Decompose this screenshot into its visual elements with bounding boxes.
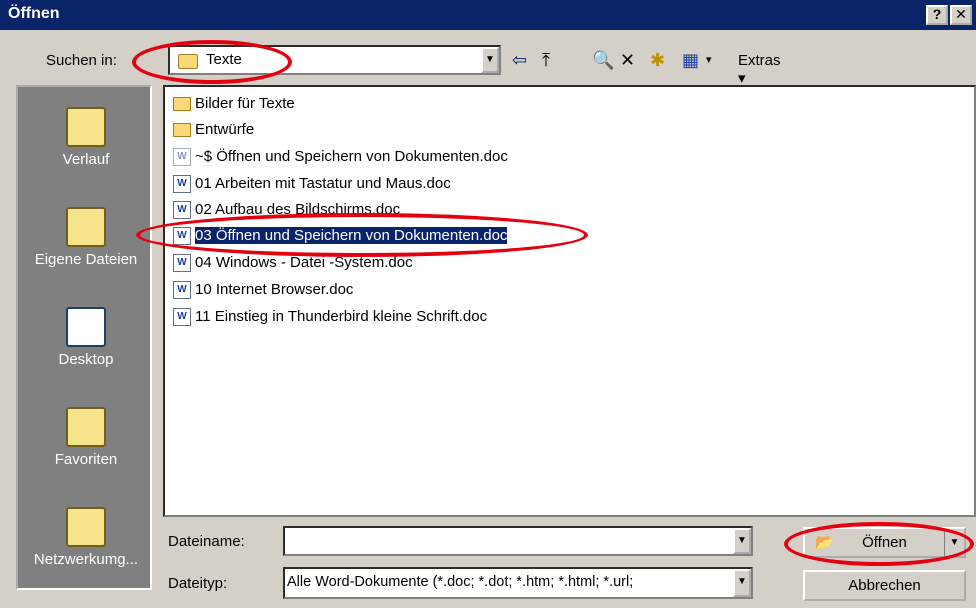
list-item[interactable]: Entwürfe: [173, 119, 254, 141]
chevron-down-icon[interactable]: ▼: [481, 47, 499, 73]
desktop-icon: [66, 307, 106, 347]
list-item[interactable]: W 11 Einstieg in Thunderbird kleine Schri…: [173, 306, 487, 328]
chevron-down-icon[interactable]: ▼: [733, 569, 751, 597]
delete-icon[interactable]: ✕: [620, 49, 635, 71]
list-item[interactable]: W 10 Internet Browser.doc: [173, 279, 353, 301]
extras-menu[interactable]: Extras ▾: [738, 52, 781, 87]
file-list[interactable]: Bilder für Texte Entwürfe W ~$ Öffnen und…: [163, 85, 976, 517]
folder-icon: [173, 123, 191, 138]
open-button[interactable]: 📂 Öffnen ▼: [803, 527, 966, 558]
file-name: 02 Aufbau des Bildschirms.doc: [195, 201, 401, 218]
folder-icon: [178, 54, 198, 69]
list-item[interactable]: W ~$ Öffnen und Speichern von Dokumenten.…: [173, 146, 508, 168]
file-name: 11 Einstieg in Thunderbird kleine Schrif…: [195, 308, 488, 325]
filetype-label: Dateityp:: [168, 575, 228, 592]
place-favoriten[interactable]: Favoriten: [18, 407, 154, 468]
file-name: 03 Öffnen und Speichern von Dokumenten.d…: [195, 227, 508, 244]
word-doc-icon: W: [173, 175, 191, 194]
place-eigene-dateien[interactable]: Eigene Dateien: [18, 207, 154, 268]
new-folder-icon[interactable]: ✱: [650, 49, 665, 71]
word-doc-icon: W: [173, 254, 191, 273]
place-label: Favoriten: [54, 451, 118, 468]
filename-input[interactable]: ▼: [283, 526, 753, 556]
place-verlauf[interactable]: Verlauf: [18, 107, 154, 168]
list-item[interactable]: Bilder für Texte: [173, 93, 295, 115]
word-doc-icon: W: [173, 281, 191, 300]
place-label: Netzwerkumg...: [33, 551, 139, 568]
place-label: Desktop: [58, 351, 114, 368]
favorites-icon: [66, 407, 106, 447]
place-label: Eigene Dateien: [34, 251, 138, 268]
word-doc-icon: W: [173, 308, 191, 327]
search-web-icon[interactable]: 🔍: [592, 49, 614, 71]
place-desktop[interactable]: Desktop: [18, 307, 154, 368]
lookin-label: Suchen in:: [46, 52, 117, 69]
list-item-selected[interactable]: W 03 Öffnen und Speichern von Dokumenten.…: [173, 225, 508, 247]
chevron-down-icon[interactable]: ▼: [733, 528, 751, 554]
views-chevron-down-icon[interactable]: ▾: [706, 49, 712, 71]
lookin-value: Texte: [206, 51, 242, 68]
help-button[interactable]: ?: [926, 5, 948, 25]
back-icon[interactable]: ⇦: [512, 49, 527, 71]
word-doc-icon: W: [173, 148, 191, 167]
file-name: ~$ Öffnen und Speichern von Dokumenten.d…: [195, 148, 508, 165]
word-doc-icon: W: [173, 227, 191, 246]
list-item[interactable]: W 01 Arbeiten mit Tastatur und Maus.doc: [173, 173, 451, 195]
filetype-value: Alle Word-Dokumente (*.doc; *.dot; *.htm…: [287, 574, 634, 590]
list-item[interactable]: W 02 Aufbau des Bildschirms.doc: [173, 199, 400, 221]
my-documents-icon: [66, 207, 106, 247]
open-folder-icon: 📂: [815, 534, 834, 551]
word-doc-icon: W: [173, 201, 191, 220]
file-name: 01 Arbeiten mit Tastatur und Maus.doc: [195, 175, 451, 192]
place-label: Verlauf: [62, 151, 110, 168]
file-name: Entwürfe: [195, 121, 255, 138]
title-bar: Öffnen ? ✕: [0, 0, 976, 30]
filename-label: Dateiname:: [168, 533, 245, 550]
cancel-button[interactable]: Abbrechen: [803, 570, 966, 601]
list-item[interactable]: W 04 Windows - Datei -System.doc: [173, 252, 413, 274]
file-name: 04 Windows - Datei -System.doc: [195, 254, 413, 271]
place-netzwerk[interactable]: Netzwerkumg...: [18, 507, 154, 568]
lookin-dropdown[interactable]: Texte ▼: [168, 45, 501, 75]
file-name: Bilder für Texte: [195, 95, 295, 112]
window-title: Öffnen: [8, 5, 60, 22]
up-folder-icon[interactable]: ⤒: [542, 49, 550, 71]
history-icon: [66, 107, 106, 147]
open-label: Öffnen: [862, 534, 907, 551]
network-icon: [66, 507, 106, 547]
filetype-select[interactable]: Alle Word-Dokumente (*.doc; *.dot; *.htm…: [283, 567, 753, 599]
places-bar: Verlauf Eigene Dateien Desktop Favoriten…: [16, 85, 152, 590]
views-icon[interactable]: ▦: [682, 49, 699, 71]
file-name: 10 Internet Browser.doc: [195, 281, 354, 298]
open-options-chevron-icon[interactable]: ▼: [944, 529, 964, 556]
close-button[interactable]: ✕: [950, 5, 972, 25]
folder-icon: [173, 97, 191, 112]
